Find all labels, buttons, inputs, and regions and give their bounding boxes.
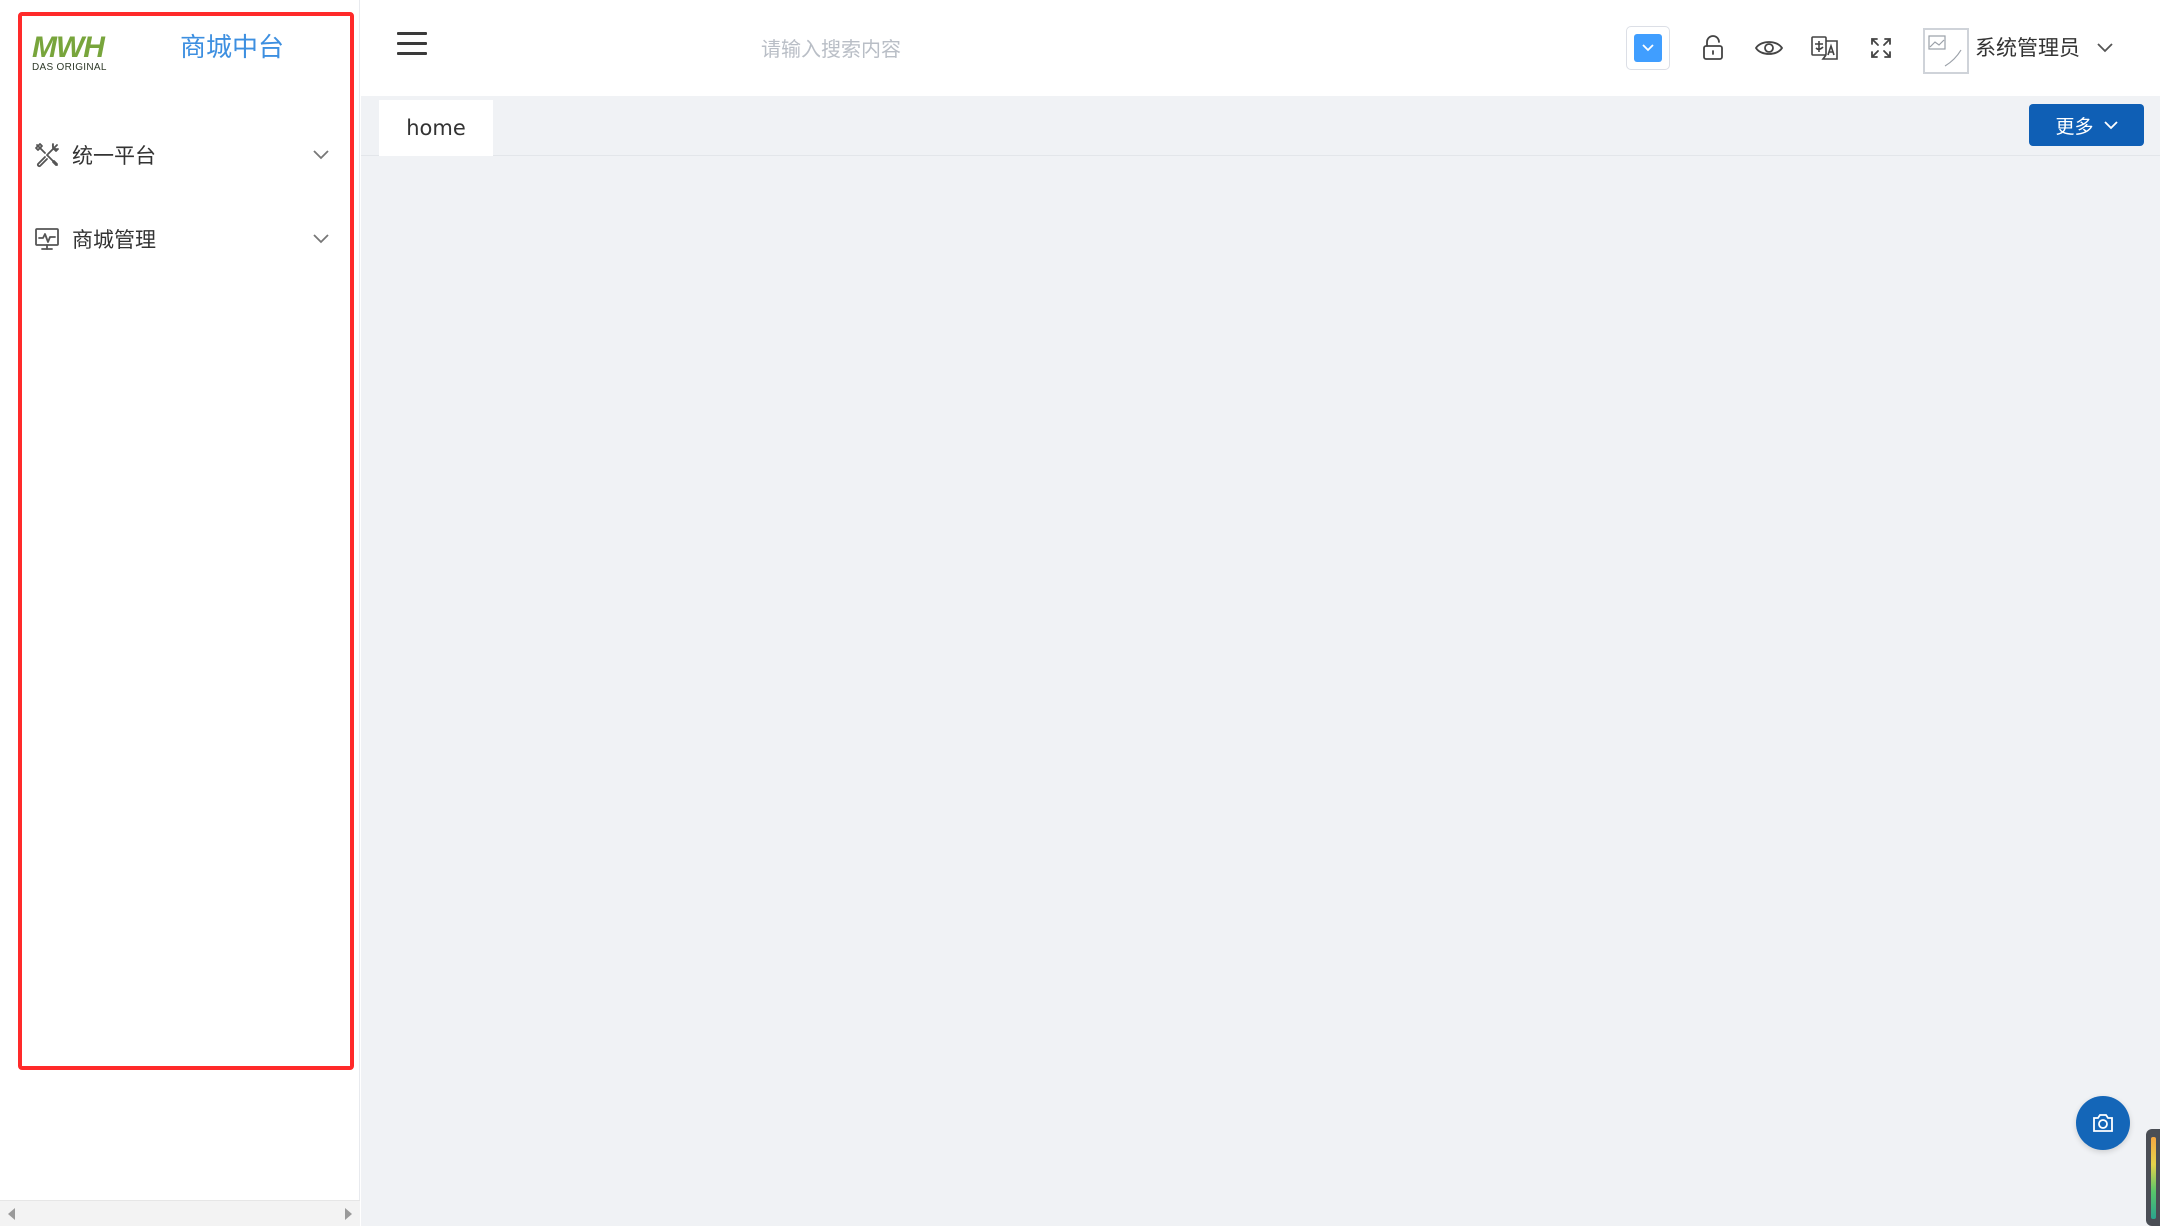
sidebar-horizontal-scrollbar[interactable] — [0, 1200, 360, 1226]
lock-icon[interactable] — [1693, 28, 1733, 68]
menu-toggle-icon[interactable] — [397, 32, 427, 58]
more-button[interactable]: 更多 — [2029, 104, 2144, 146]
more-button-label: 更多 — [2055, 115, 2094, 138]
chevron-down-icon — [2103, 120, 2118, 129]
fullscreen-icon[interactable] — [1861, 28, 1901, 68]
tab-bar: home 更多 — [361, 96, 2160, 156]
scroll-left-icon[interactable] — [8, 1208, 15, 1220]
scroll-right-icon[interactable] — [345, 1208, 352, 1220]
sidebar-highlight-box — [18, 12, 354, 1070]
main-content: home 更多 — [361, 96, 2160, 1226]
user-name[interactable]: 系统管理员 — [1975, 30, 2080, 66]
theme-color-picker[interactable] — [1626, 26, 1670, 70]
camera-icon — [2093, 1114, 2113, 1132]
color-swatch — [1634, 34, 1662, 62]
level-bar — [2151, 1137, 2156, 1219]
screenshot-button[interactable] — [2076, 1096, 2130, 1150]
translate-icon[interactable] — [1805, 28, 1845, 68]
chevron-down-icon[interactable] — [2093, 36, 2117, 60]
side-widget-handle[interactable] — [2146, 1129, 2160, 1226]
top-header: 系统管理员 — [361, 0, 2160, 96]
tab-home[interactable]: home — [379, 100, 493, 156]
avatar[interactable] — [1923, 28, 1969, 74]
search-input[interactable] — [761, 28, 1201, 70]
eye-icon[interactable] — [1749, 28, 1789, 68]
